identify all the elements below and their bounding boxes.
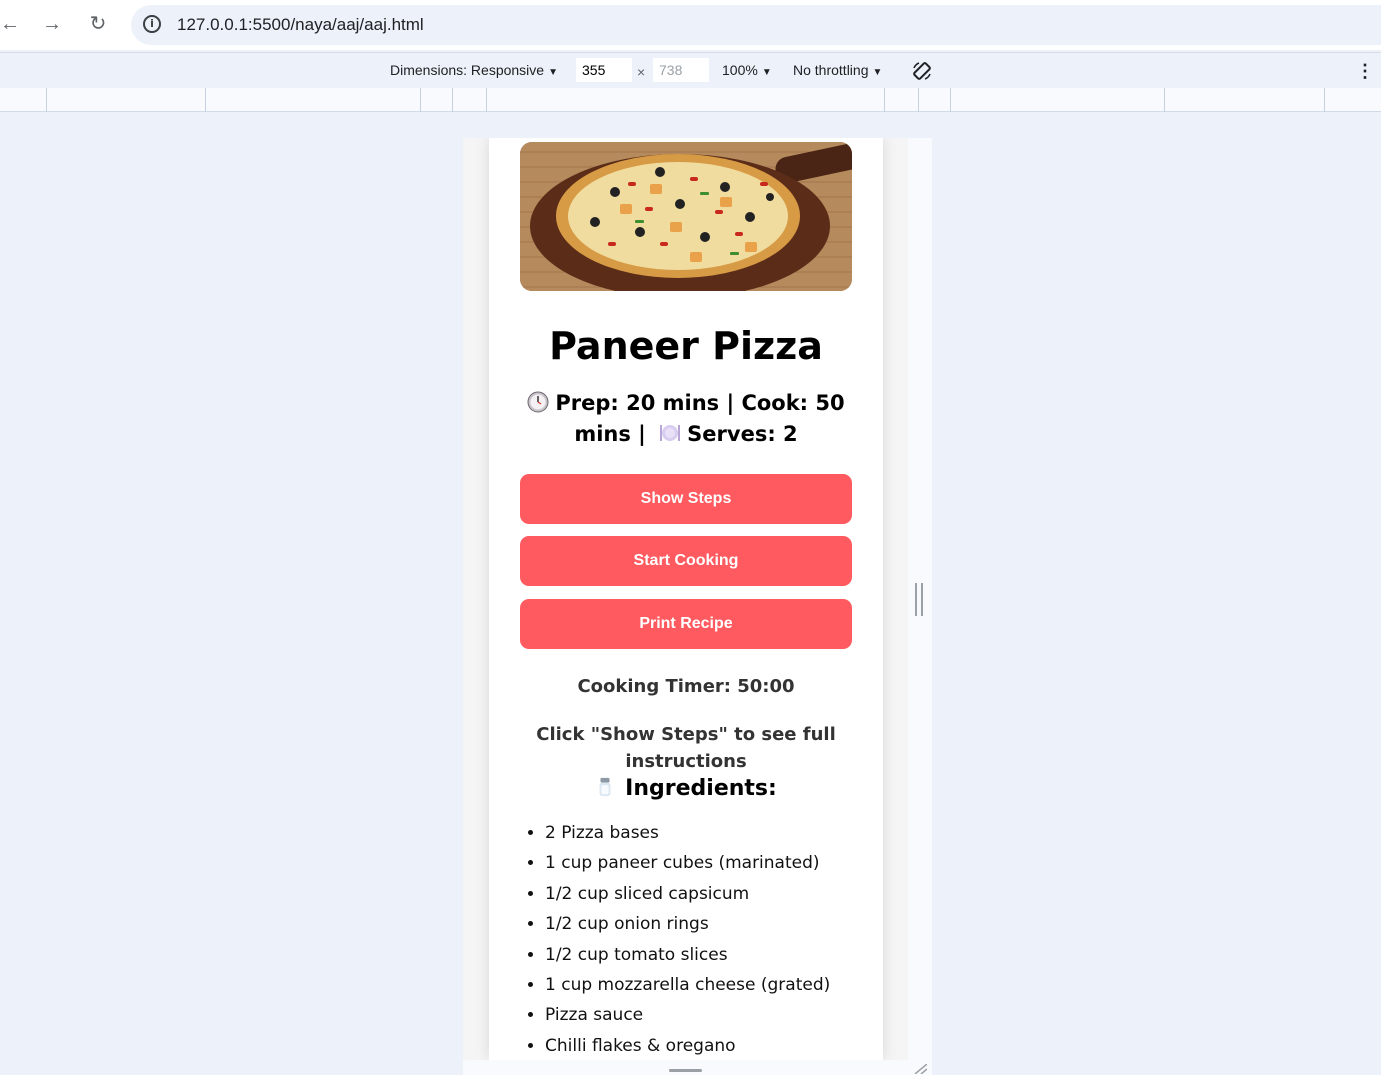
forward-arrow-icon[interactable]: → — [38, 10, 66, 38]
height-input[interactable]: 738 — [653, 58, 709, 82]
recipe-meta: Prep: 20 mins | Cook: 50 mins | Serves: … — [519, 388, 853, 450]
width-input[interactable]: 355 — [576, 58, 632, 82]
chevron-down-icon: ▼ — [761, 67, 772, 78]
clock-icon — [527, 391, 549, 413]
list-item: 1 cup mozzarella cheese (grated) — [545, 972, 875, 1002]
chevron-down-icon: ▼ — [872, 67, 883, 78]
print-recipe-button[interactable]: Print Recipe — [520, 599, 852, 649]
url-text[interactable]: 127.0.0.1:5500/naya/aaj/aaj.html — [177, 15, 424, 35]
pizza-illustration — [520, 142, 852, 291]
start-cooking-button[interactable]: Start Cooking — [520, 536, 852, 586]
rotate-icon[interactable] — [911, 60, 933, 82]
dimension-separator: × — [637, 64, 646, 80]
resize-handle-right[interactable] — [915, 583, 923, 616]
recipe-title: Paneer Pizza — [549, 324, 823, 368]
recipe-card: Paneer Pizza Prep: 20 mins | Cook: 50 mi… — [489, 138, 883, 1060]
cooking-timer: Cooking Timer: 50:00 — [577, 676, 795, 697]
show-steps-button[interactable]: Show Steps — [520, 474, 852, 524]
browser-toolbar: ← → ↻ i 127.0.0.1:5500/naya/aaj/aaj.html — [0, 0, 1381, 50]
dimensions-dropdown[interactable]: Dimensions: Responsive ▼ — [390, 62, 558, 78]
emulated-viewport: Paneer Pizza Prep: 20 mins | Cook: 50 mi… — [463, 138, 908, 1060]
list-item: 1 cup paneer cubes (marinated) — [545, 850, 875, 880]
reload-icon[interactable]: ↻ — [84, 10, 112, 38]
throttling-label: No throttling — [793, 62, 869, 78]
throttling-dropdown[interactable]: No throttling ▼ — [793, 62, 882, 78]
pizza-image — [520, 142, 852, 291]
media-query-bar — [0, 88, 1381, 112]
address-bar[interactable]: i 127.0.0.1:5500/naya/aaj/aaj.html — [131, 5, 1381, 45]
list-item: 1/2 cup tomato slices — [545, 942, 875, 972]
dimensions-label: Dimensions: Responsive — [390, 62, 545, 78]
plate-icon — [660, 425, 681, 441]
viewport-bottom-gutter — [463, 1060, 932, 1075]
list-item: Chilli flakes & oregano — [545, 1033, 875, 1060]
ingredients-list: 2 Pizza bases 1 cup paneer cubes (marina… — [545, 820, 875, 1060]
serves-text: Serves: 2 — [687, 422, 798, 446]
list-item: 1/2 cup sliced capsicum — [545, 881, 875, 911]
salt-shaker-icon — [599, 777, 611, 797]
site-info-icon[interactable]: i — [143, 15, 161, 33]
list-item: 2 Pizza bases — [545, 820, 875, 850]
resize-handle-bottom[interactable] — [669, 1069, 702, 1072]
zoom-label: 100% — [722, 62, 758, 78]
chevron-down-icon: ▼ — [548, 67, 558, 78]
steps-hint: Click "Show Steps" to see full instructi… — [536, 724, 836, 772]
list-item: Pizza sauce — [545, 1002, 875, 1032]
more-options-icon[interactable]: ⋮ — [1356, 60, 1374, 82]
zoom-dropdown[interactable]: 100% ▼ — [722, 62, 772, 78]
back-arrow-icon[interactable]: ← — [0, 10, 24, 38]
ingredients-heading-text: Ingredients: — [625, 776, 777, 801]
ingredients-heading: Ingredients: — [489, 776, 883, 801]
resize-corner-icon[interactable] — [913, 1064, 927, 1074]
list-item: 1/2 cup onion rings — [545, 911, 875, 941]
